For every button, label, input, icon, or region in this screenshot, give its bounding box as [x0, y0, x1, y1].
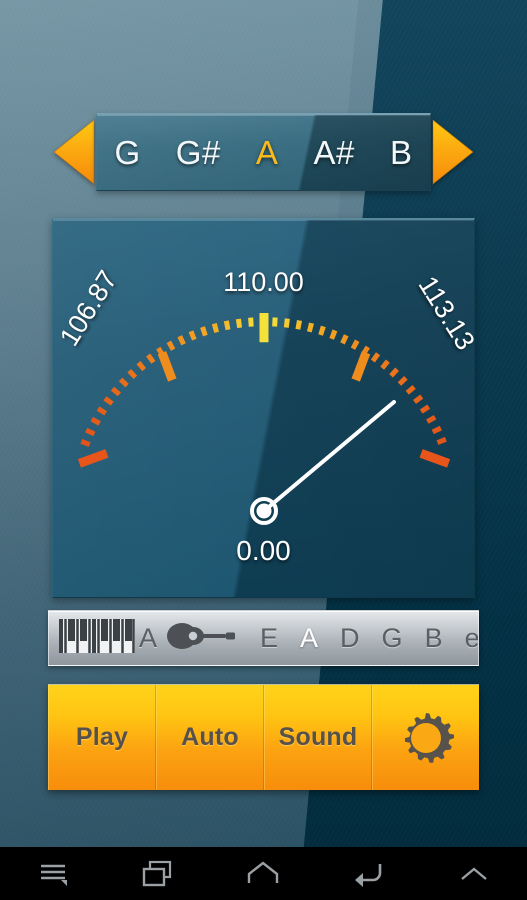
- right-triangle-arrow-icon: [432, 118, 474, 186]
- note-item-g[interactable]: G: [113, 134, 143, 172]
- nav-back-button[interactable]: [329, 847, 409, 900]
- string-item-d[interactable]: D: [340, 623, 360, 654]
- note-item-asharp[interactable]: A#: [311, 134, 356, 172]
- menu-icon: [40, 864, 67, 886]
- settings-button[interactable]: [372, 685, 479, 790]
- guitar-strings-list: E A D G B e: [249, 623, 478, 654]
- recent-apps-icon: [142, 860, 172, 886]
- tuner-gauge-panel: 110.00 106.87 113.13 0.00: [52, 218, 475, 598]
- string-item-e1[interactable]: e: [465, 623, 478, 654]
- play-button-label: Play: [75, 723, 129, 751]
- action-button-row: Play Auto Sound: [48, 684, 479, 790]
- nav-menu-button[interactable]: [13, 847, 93, 900]
- left-triangle-arrow-icon: [53, 118, 95, 186]
- piano-keyboard-icon[interactable]: [59, 618, 135, 658]
- nav-home-button[interactable]: [223, 847, 303, 900]
- note-list: G G# A A# B: [96, 113, 431, 191]
- sound-button-label: Sound: [278, 723, 358, 751]
- string-item-g[interactable]: G: [382, 623, 403, 654]
- nav-expand-button[interactable]: [434, 847, 514, 900]
- note-item-a[interactable]: A: [254, 134, 281, 172]
- gauge-major-ticks: [77, 313, 451, 468]
- note-item-gsharp[interactable]: G#: [174, 134, 223, 172]
- auto-button-label: Auto: [181, 723, 239, 751]
- prev-note-button[interactable]: [52, 116, 96, 188]
- next-note-button[interactable]: [431, 116, 475, 188]
- acoustic-guitar-icon[interactable]: [165, 619, 237, 658]
- gear-icon: [404, 712, 454, 763]
- string-item-a[interactable]: A: [300, 623, 318, 654]
- sound-button[interactable]: Sound: [264, 685, 372, 790]
- play-button[interactable]: Play: [48, 685, 156, 790]
- gauge-current-value: 0.00: [236, 535, 291, 566]
- app-root: G G# A A# B 110.00 106.87 113.13 0.00 A …: [0, 0, 527, 900]
- instrument-strip: A E A D G B e: [48, 610, 479, 666]
- gauge-needle: [250, 400, 396, 525]
- android-navigation-bar: [0, 847, 527, 900]
- auto-button[interactable]: Auto: [156, 685, 264, 790]
- note-item-b[interactable]: B: [388, 134, 415, 172]
- string-item-e6[interactable]: E: [260, 623, 278, 654]
- note-selector: G G# A A# B: [52, 112, 475, 192]
- chevron-up-icon: [461, 866, 488, 880]
- piano-note-label[interactable]: A: [139, 623, 157, 654]
- home-icon: [248, 860, 279, 883]
- back-icon: [354, 863, 382, 887]
- string-item-b[interactable]: B: [425, 623, 443, 654]
- nav-recent-apps-button[interactable]: [118, 847, 198, 900]
